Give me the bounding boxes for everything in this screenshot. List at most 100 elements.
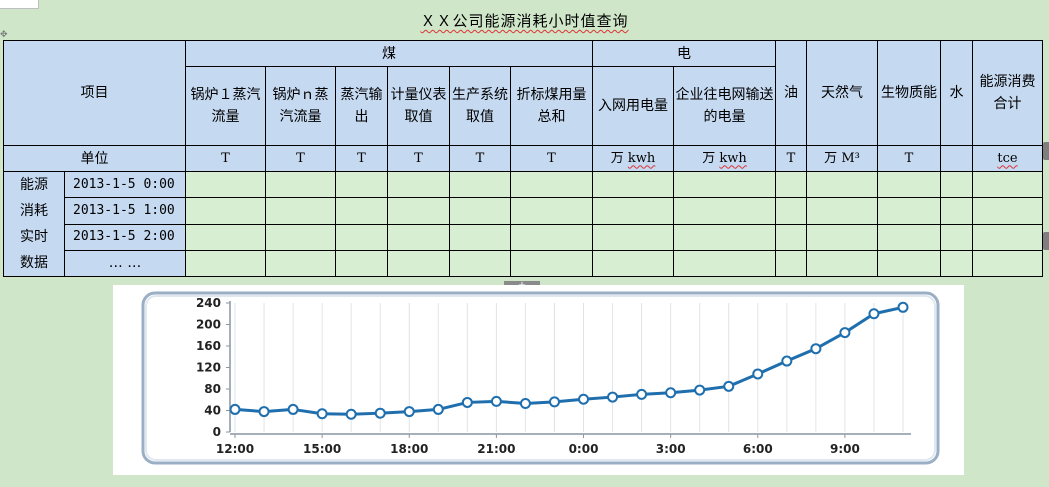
data-cell[interactable] bbox=[940, 223, 973, 251]
data-cell[interactable] bbox=[877, 197, 941, 225]
y-tick-label: 200 bbox=[196, 318, 221, 332]
data-cell[interactable] bbox=[673, 223, 776, 251]
data-point bbox=[345, 408, 357, 420]
data-point bbox=[607, 391, 619, 403]
data-cell[interactable] bbox=[335, 223, 388, 251]
data-cell[interactable] bbox=[449, 197, 511, 225]
data-cell[interactable] bbox=[775, 197, 807, 225]
header-steam-output: 蒸汽输出 bbox=[335, 66, 388, 146]
data-cell[interactable] bbox=[185, 197, 266, 225]
data-cell[interactable] bbox=[877, 223, 941, 251]
header-group-electricity: 电 bbox=[592, 40, 776, 67]
x-tick-label: 21:00 bbox=[477, 442, 515, 456]
data-cell[interactable] bbox=[449, 249, 511, 278]
data-cell[interactable] bbox=[449, 170, 511, 199]
data-point bbox=[403, 406, 415, 418]
data-point bbox=[548, 396, 560, 408]
resize-handle-icon[interactable] bbox=[1043, 142, 1049, 160]
data-point bbox=[752, 368, 764, 380]
data-cell[interactable] bbox=[335, 197, 388, 225]
data-cell[interactable] bbox=[972, 223, 1043, 251]
data-cell[interactable] bbox=[265, 197, 336, 225]
data-cell[interactable] bbox=[877, 249, 941, 278]
data-cell[interactable] bbox=[335, 170, 388, 199]
unit-cell: T bbox=[265, 145, 336, 172]
data-cell[interactable] bbox=[972, 249, 1043, 278]
data-cell[interactable] bbox=[387, 223, 450, 251]
x-tick-label: 18:00 bbox=[390, 442, 428, 456]
corner-box bbox=[0, 0, 39, 9]
x-tick-label: 3:00 bbox=[656, 442, 686, 456]
data-cell[interactable] bbox=[185, 223, 266, 251]
data-cell[interactable] bbox=[775, 223, 807, 251]
unit-cell: T bbox=[387, 145, 450, 172]
data-cell[interactable] bbox=[510, 249, 593, 278]
y-tick-label: 80 bbox=[204, 382, 221, 396]
data-cell[interactable] bbox=[185, 170, 266, 199]
data-cell[interactable] bbox=[510, 197, 593, 225]
x-tick-label: 15:00 bbox=[303, 442, 341, 456]
data-cell[interactable] bbox=[972, 197, 1043, 225]
data-point bbox=[868, 308, 880, 320]
realtime-data-label: 能源 消耗 实时 数据 bbox=[3, 171, 65, 277]
data-cell[interactable] bbox=[673, 170, 776, 199]
unit-cell: T bbox=[877, 145, 941, 172]
header-grid-consumption: 入网用电量 bbox=[592, 66, 674, 146]
data-cell[interactable] bbox=[387, 197, 450, 225]
header-boiler1-steam: 锅炉１蒸汽流量 bbox=[185, 66, 266, 146]
data-point bbox=[258, 406, 270, 418]
data-point bbox=[461, 396, 473, 408]
data-cell[interactable] bbox=[592, 197, 674, 225]
table-move-handle-icon[interactable]: ✥ bbox=[0, 31, 8, 40]
data-point bbox=[781, 355, 793, 367]
x-tick-label: 0:00 bbox=[569, 442, 599, 456]
data-cell[interactable] bbox=[510, 223, 593, 251]
data-point bbox=[897, 301, 909, 313]
data-cell[interactable] bbox=[940, 197, 973, 225]
unit-cell: T bbox=[449, 145, 511, 172]
data-cell[interactable] bbox=[185, 249, 266, 278]
y-tick-label: 0 bbox=[213, 425, 221, 439]
data-cell[interactable] bbox=[972, 170, 1043, 199]
data-cell[interactable] bbox=[592, 249, 674, 278]
data-cell[interactable] bbox=[265, 249, 336, 278]
energy-table: 项目 煤 电 油 天然气 生物质能 水 能源消费合计 锅炉１蒸汽流量 锅炉ｎ蒸汽… bbox=[3, 40, 1043, 278]
header-item: 项目 bbox=[3, 40, 186, 146]
data-cell[interactable] bbox=[510, 170, 593, 199]
data-cell[interactable] bbox=[592, 170, 674, 199]
data-cell[interactable] bbox=[877, 170, 941, 199]
data-point bbox=[229, 403, 241, 415]
chart-container: 0 40 80 120 160 200 240 12:00 15:00 18:00 21:00 0:0… bbox=[113, 285, 964, 475]
unit-cell: T bbox=[510, 145, 593, 172]
data-cell[interactable] bbox=[673, 197, 776, 225]
unit-cell: T bbox=[185, 145, 266, 172]
data-cell[interactable] bbox=[775, 170, 807, 199]
data-cell[interactable] bbox=[806, 249, 878, 278]
data-cell[interactable] bbox=[775, 249, 807, 278]
data-cell[interactable] bbox=[940, 170, 973, 199]
data-point bbox=[839, 327, 851, 339]
line-chart: 0 40 80 120 160 200 240 12:00 15:00 18:00 21:00 0:0… bbox=[141, 291, 940, 465]
data-cell[interactable] bbox=[387, 249, 450, 278]
data-cell[interactable] bbox=[940, 249, 973, 278]
data-point bbox=[723, 380, 735, 392]
data-cell[interactable] bbox=[449, 223, 511, 251]
data-cell[interactable] bbox=[673, 249, 776, 278]
resize-handle-icon[interactable] bbox=[1043, 232, 1049, 250]
y-tick-label: 40 bbox=[204, 404, 221, 418]
data-cell[interactable] bbox=[335, 249, 388, 278]
header-group-coal: 煤 bbox=[185, 40, 593, 67]
data-cell[interactable] bbox=[806, 170, 878, 199]
data-cell[interactable] bbox=[806, 197, 878, 225]
x-tick-label: 12:00 bbox=[216, 442, 254, 456]
header-total: 能源消费合计 bbox=[972, 40, 1043, 146]
data-cell[interactable] bbox=[265, 223, 336, 251]
data-cell[interactable] bbox=[265, 170, 336, 199]
data-cell[interactable] bbox=[592, 223, 674, 251]
unit-cell: 万 kwh bbox=[592, 145, 674, 172]
chart-frame bbox=[141, 291, 940, 465]
data-point bbox=[432, 403, 444, 415]
data-cell[interactable] bbox=[387, 170, 450, 199]
data-point bbox=[490, 395, 502, 407]
data-cell[interactable] bbox=[806, 223, 878, 251]
